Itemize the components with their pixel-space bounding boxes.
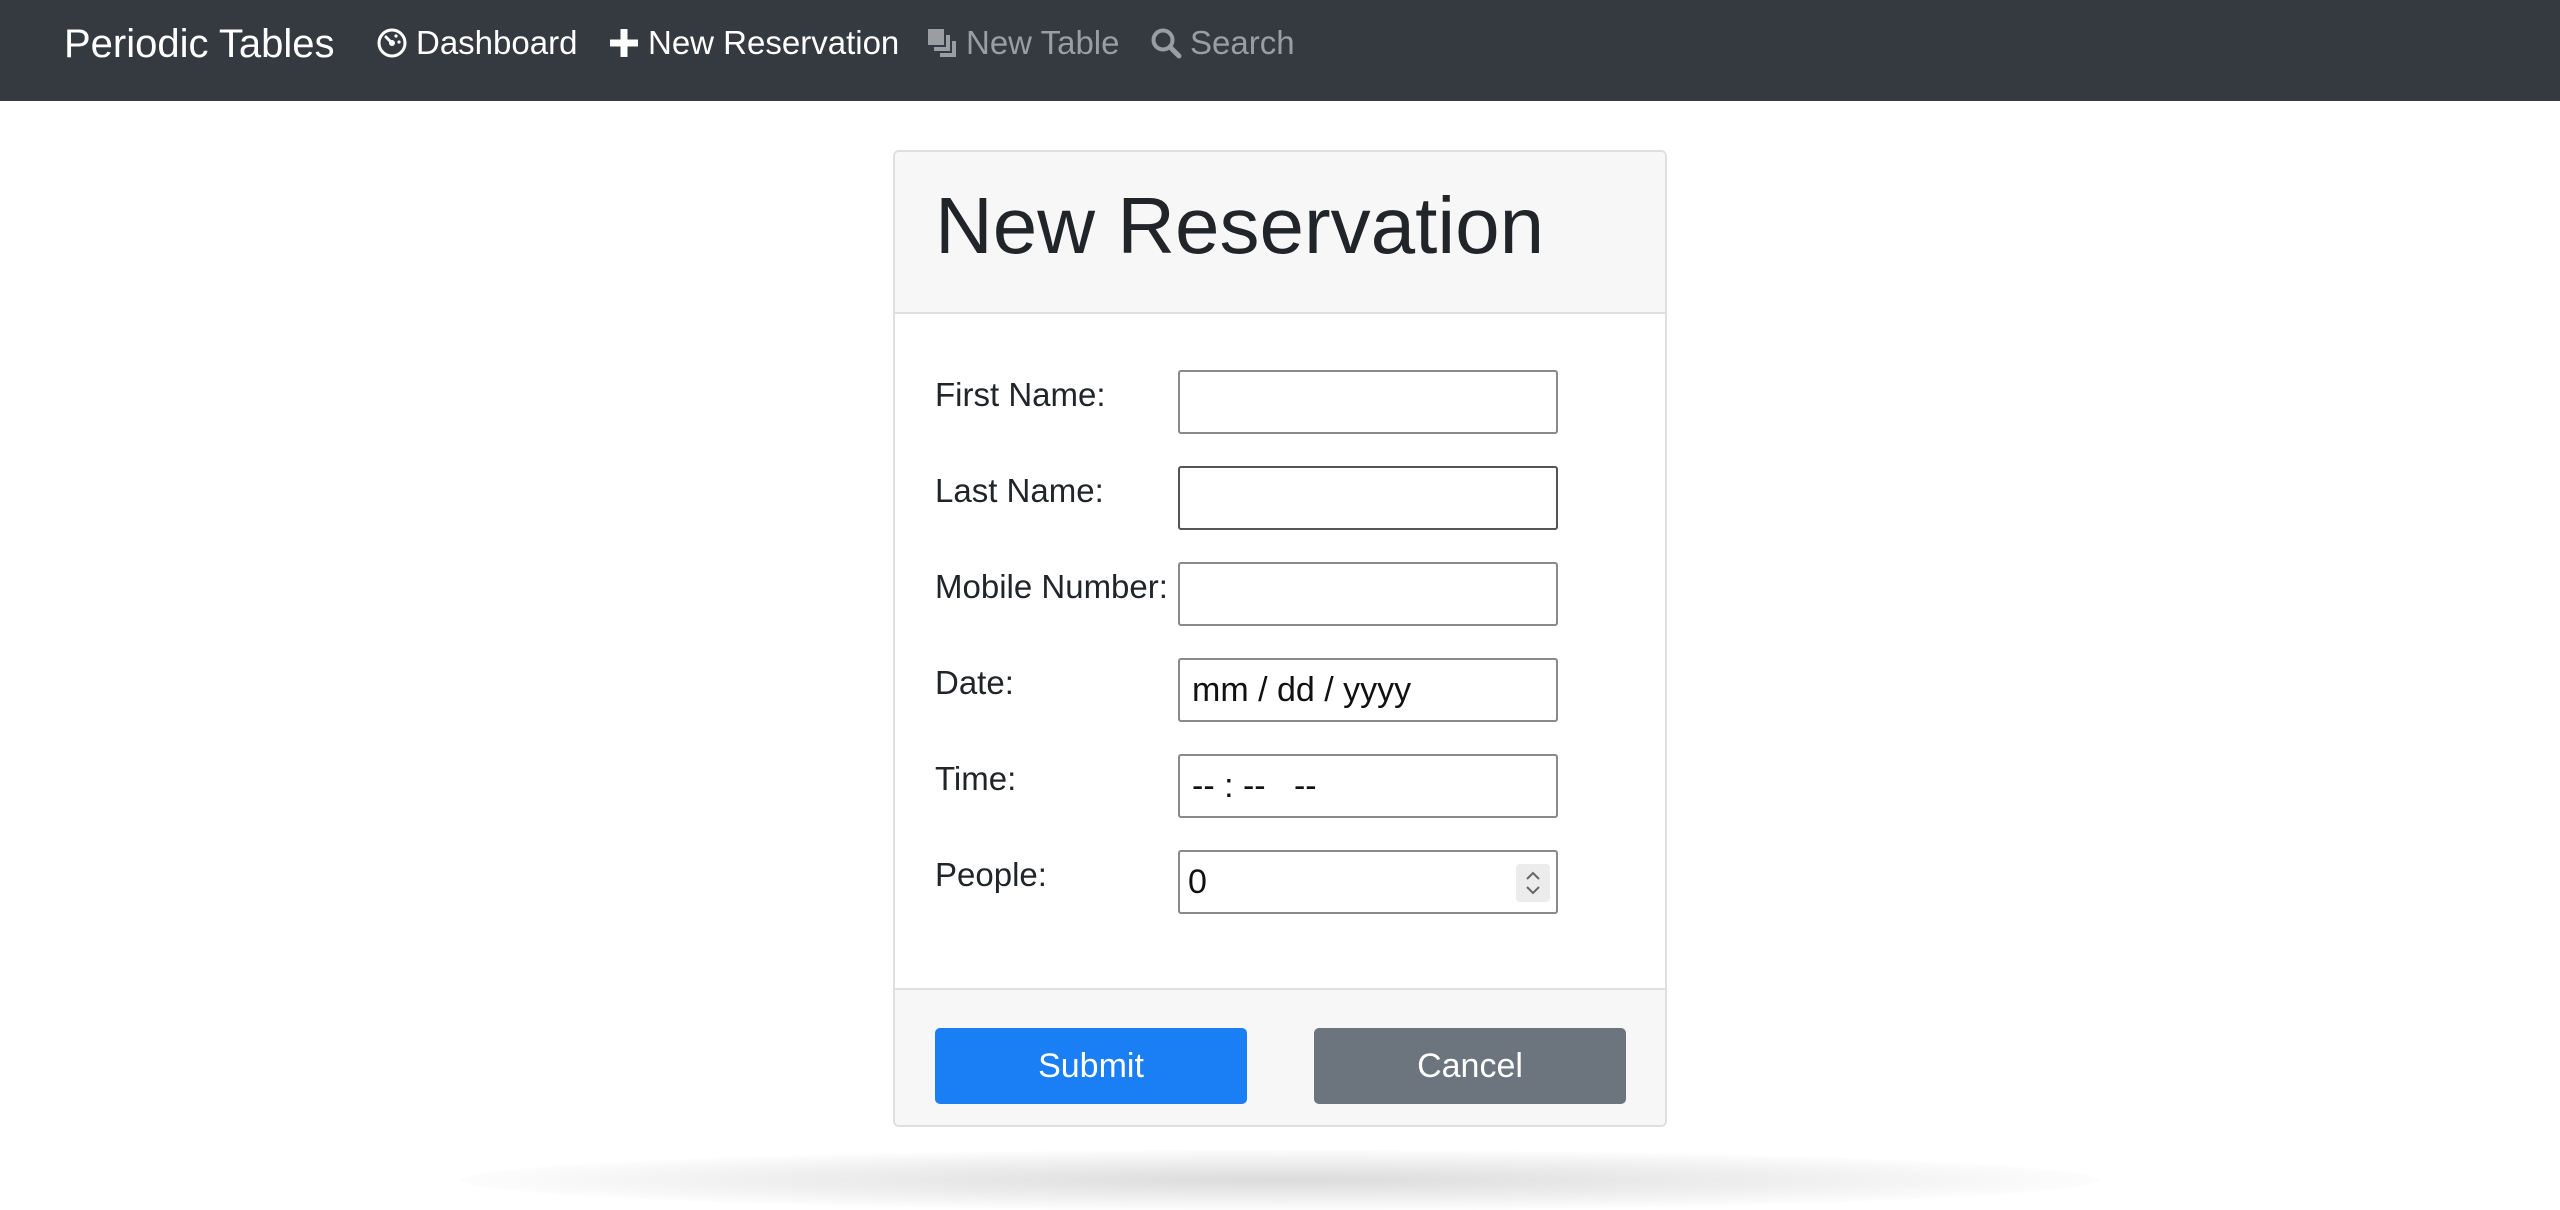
people-input[interactable]: 0 <box>1178 850 1558 914</box>
cancel-button[interactable]: Cancel <box>1314 1028 1626 1104</box>
nav-dashboard-label: Dashboard <box>416 24 578 61</box>
layers-icon <box>926 27 958 59</box>
nav-search[interactable]: Search <box>1150 24 1295 62</box>
mobile-number-input[interactable] <box>1178 562 1558 626</box>
page-title: New Reservation <box>935 181 1545 270</box>
submit-button[interactable]: Submit <box>935 1028 1247 1104</box>
time-label: Time: <box>935 760 1017 797</box>
first-name-label: First Name: <box>935 376 1106 413</box>
time-input[interactable]: -- : -- -- <box>1178 754 1558 818</box>
brand-link[interactable]: Periodic Tables <box>64 22 335 67</box>
nav-new-reservation-label: New Reservation <box>648 24 900 61</box>
plus-icon <box>608 27 640 59</box>
dashboard-gauge-icon <box>376 27 408 59</box>
nav-new-table-label: New Table <box>966 24 1120 61</box>
nav-new-reservation[interactable]: New Reservation <box>608 24 899 62</box>
number-stepper[interactable] <box>1516 864 1550 902</box>
card-header: New Reservation <box>895 152 1665 314</box>
mobile-number-label: Mobile Number: <box>935 568 1168 605</box>
last-name-label: Last Name: <box>935 472 1104 509</box>
date-label: Date: <box>935 664 1014 701</box>
nav-search-label: Search <box>1190 24 1295 61</box>
bottom-shadow <box>460 1150 2100 1210</box>
chevron-up-down-icon <box>1526 871 1540 895</box>
card-footer: Submit Cancel <box>895 988 1665 1125</box>
nav-new-table[interactable]: New Table <box>926 24 1119 62</box>
people-input-value: 0 <box>1188 862 1207 901</box>
search-icon <box>1150 27 1182 59</box>
nav-dashboard[interactable]: Dashboard <box>376 24 577 62</box>
reservation-form-card: New Reservation First Name: Last Name: M… <box>893 150 1667 1127</box>
last-name-input[interactable] <box>1178 466 1558 530</box>
date-input-mask: mm / dd / yyyy <box>1192 670 1412 709</box>
time-input-mask: -- : -- -- <box>1192 766 1317 805</box>
first-name-input[interactable] <box>1178 370 1558 434</box>
top-navbar: Periodic Tables Dashboard New Reservatio… <box>0 0 2560 101</box>
date-input[interactable]: mm / dd / yyyy <box>1178 658 1558 722</box>
people-label: People: <box>935 856 1047 893</box>
